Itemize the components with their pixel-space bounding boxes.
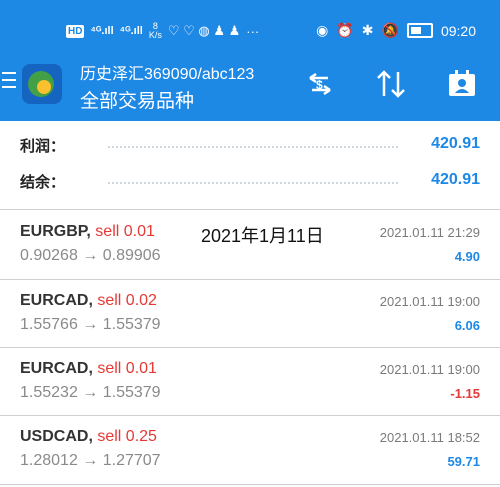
deal-symbol: USDCAD,	[20, 428, 93, 445]
leader-dots	[108, 146, 398, 148]
deal-profit: 59.71	[447, 454, 480, 469]
account-title: 历史泽汇369090/abc123	[80, 66, 255, 83]
battery-icon	[406, 23, 433, 38]
date-annotation: 2021年1月11日	[201, 226, 324, 246]
profit-label: 利润：	[20, 138, 66, 155]
status-bar: HD ⁴ᴳ.ıll ⁴ᴳ.ıll 8 K/s ♡ ♡ ◍ ♟ ♟ ··· ◉ ⏰…	[0, 0, 500, 56]
deal-row[interactable]: USDCAD, sell 0.25 1.28012 → 1.27707 2021…	[0, 416, 500, 484]
balance-value: 420.91	[431, 171, 480, 188]
signal-icon: ⁴ᴳ.ıll	[119, 25, 143, 37]
status-left: HD ⁴ᴳ.ıll ⁴ᴳ.ıll 8 K/s ♡ ♡ ◍ ♟ ♟ ···	[66, 22, 259, 40]
deal-side: sell 0.02	[92, 292, 157, 309]
deal-time: 2021.01.11 19:00	[379, 362, 480, 377]
more-dots: ···	[246, 23, 260, 39]
deal-row[interactable]: EURCAD, sell 0.02 1.55766 → 1.55379 2021…	[0, 280, 500, 348]
deal-time: 2021.01.11 21:29	[379, 225, 480, 240]
deal-prices: 0.90268 → 0.89906	[20, 247, 161, 264]
leader-dots	[108, 182, 398, 184]
hd-badge: HD	[66, 24, 85, 38]
app-bar: HD ⁴ᴳ.ıll ⁴ᴳ.ıll 8 K/s ♡ ♡ ◍ ♟ ♟ ··· ◉ ⏰…	[0, 0, 500, 121]
divider	[0, 484, 500, 485]
deal-side: sell 0.01	[92, 360, 157, 377]
eye-icon: ◉	[316, 22, 329, 38]
mute-icon: 🔕	[381, 22, 399, 38]
summary-panel: 利润： 420.91 结余： 420.91	[0, 121, 500, 209]
deal-time: 2021.01.11 18:52	[379, 430, 480, 445]
deal-prices: 1.55766 → 1.55379	[20, 316, 161, 333]
deal-symbol: EURCAD,	[20, 360, 93, 377]
signal-icon: ⁴ᴳ.ıll	[90, 25, 114, 37]
deal-row[interactable]: EURCAD, sell 0.01 1.55232 → 1.55379 2021…	[0, 348, 500, 416]
balance-row: 结余： 420.91	[20, 171, 480, 193]
notification-icons: ♡ ♡ ◍ ♟ ♟	[167, 23, 241, 38]
bluetooth-icon: ✱	[361, 22, 374, 38]
deal-side: sell 0.01	[90, 223, 155, 240]
deal-symbol: EURCAD,	[20, 292, 93, 309]
clock: 09:20	[440, 22, 476, 39]
deal-prices: 1.28012 → 1.27707	[20, 452, 161, 469]
speed-unit: K/s	[148, 30, 162, 40]
app-logo-icon[interactable]	[22, 64, 62, 104]
account-card-icon[interactable]	[444, 66, 480, 102]
hamburger-icon[interactable]	[2, 72, 16, 88]
svg-text:$: $	[316, 78, 323, 92]
network-speed: 8 K/s	[149, 22, 162, 40]
profit-value: 420.91	[431, 135, 480, 152]
deal-symbol: EURGBP,	[20, 223, 91, 240]
status-right: ◉ ⏰ ✱ 🔕 09:20	[316, 22, 476, 39]
deal-time: 2021.01.11 19:00	[379, 294, 480, 309]
divider	[0, 209, 500, 210]
symbol-filter-title[interactable]: 全部交易品种	[80, 86, 194, 113]
deal-profit: 4.90	[454, 249, 480, 264]
deal-prices: 1.55232 → 1.55379	[20, 384, 161, 401]
sort-arrows-icon[interactable]	[373, 66, 409, 102]
deal-profit: 6.06	[454, 318, 480, 333]
profit-row: 利润： 420.91	[20, 135, 480, 157]
deal-profit: -1.15	[450, 386, 480, 401]
currency-exchange-icon[interactable]: $	[302, 66, 338, 102]
deal-side: sell 0.25	[92, 428, 157, 445]
alarm-icon: ⏰	[336, 22, 354, 38]
balance-label: 结余：	[20, 174, 66, 191]
